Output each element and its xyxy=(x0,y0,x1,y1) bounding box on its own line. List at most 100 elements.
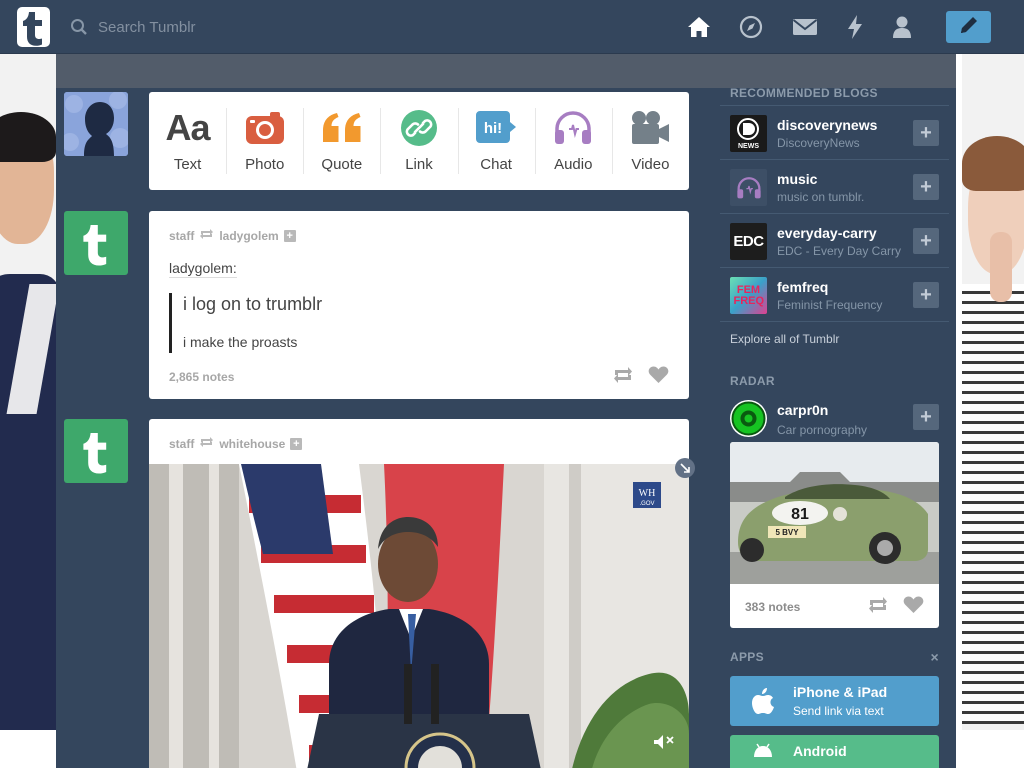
blog-description: Feminist Frequency xyxy=(777,298,883,312)
inbox-icon[interactable] xyxy=(792,14,818,40)
search-icon xyxy=(70,18,88,41)
reblog-icon[interactable] xyxy=(612,366,634,389)
headphones-icon xyxy=(730,169,767,206)
recommended-blog-row[interactable]: NEWS discoverynews DiscoveryNews + xyxy=(720,106,949,160)
iphone-app-button[interactable]: iPhone & iPad Send link via text xyxy=(730,676,939,726)
blog-description: DiscoveryNews xyxy=(777,136,860,150)
background-art-right xyxy=(962,54,1024,730)
post-type-label: Text xyxy=(173,156,202,173)
reblog-icon xyxy=(199,228,214,243)
post-actions xyxy=(612,366,669,389)
dashboard-top-strip xyxy=(56,54,956,88)
blog-avatar: FEM FREQ xyxy=(730,277,767,314)
like-heart-icon[interactable] xyxy=(903,596,924,619)
reblog-icon[interactable] xyxy=(867,596,889,619)
post-type-audio-button[interactable]: Audio xyxy=(534,92,612,190)
post-type-label: Chat xyxy=(480,156,512,173)
account-icon[interactable] xyxy=(889,14,915,40)
blog-name[interactable]: carpr0n xyxy=(777,402,828,418)
user-avatar[interactable] xyxy=(64,92,128,156)
blog-avatar-text: FEM FREQ xyxy=(733,283,765,307)
tumblr-logo-icon[interactable] xyxy=(17,7,50,47)
search-input[interactable] xyxy=(98,16,328,38)
post-type-chat-button[interactable]: hi! Chat xyxy=(457,92,535,190)
blog-description: EDC - Every Day Carry xyxy=(777,244,902,258)
post-type-link-button[interactable]: Link xyxy=(380,92,457,190)
staff-avatar[interactable] xyxy=(64,211,128,275)
quoted-source-link[interactable]: ladygolem: xyxy=(169,260,237,278)
headphones-icon xyxy=(553,106,593,150)
top-navigation-bar xyxy=(0,0,1024,54)
post-type-label: Link xyxy=(405,156,433,173)
blog-avatar: NEWS xyxy=(730,115,767,152)
right-sidebar: RECOMMENDED BLOGS NEWS discoverynews Dis… xyxy=(720,84,949,768)
post-type-video-button[interactable]: Video xyxy=(611,92,689,190)
follow-plus-icon[interactable]: + xyxy=(913,174,939,200)
apple-icon xyxy=(752,688,774,719)
post-photo[interactable]: WH .GOV xyxy=(149,464,689,768)
blog-name[interactable]: femfreq xyxy=(777,279,828,295)
follow-plus-icon[interactable]: + xyxy=(913,120,939,146)
recommended-blog-row[interactable]: FEM FREQ femfreq Feminist Frequency + xyxy=(720,268,949,322)
svg-text:hi!: hi! xyxy=(484,120,502,137)
recommended-blog-row[interactable]: music music on tumblr. + xyxy=(720,160,949,214)
apps-title-text: APPS xyxy=(730,650,764,664)
expand-icon[interactable] xyxy=(675,458,695,478)
license-plate: 5 BVY xyxy=(775,528,799,537)
radar-title: RADAR xyxy=(730,374,775,388)
android-icon xyxy=(752,743,774,762)
close-icon[interactable]: × xyxy=(931,648,939,666)
source-blog-link[interactable]: ladygolem xyxy=(219,229,278,243)
reblog-icon xyxy=(199,436,214,451)
activity-icon[interactable] xyxy=(842,14,868,40)
post-type-bar: Aa Text Photo Quote Link hi! Chat Audio xyxy=(149,92,689,190)
like-heart-icon[interactable] xyxy=(648,366,669,389)
text-icon: Aa xyxy=(165,107,211,148)
photo-post: staff whitehouse + WH .GOV xyxy=(149,419,689,768)
notes-count[interactable]: 383 notes xyxy=(745,600,800,614)
reblogger-link[interactable]: staff xyxy=(169,229,194,243)
follow-plus-icon[interactable]: + xyxy=(290,437,303,450)
app-name: Android xyxy=(793,743,847,759)
blog-name[interactable]: everyday-carry xyxy=(777,225,877,241)
explore-link[interactable]: Explore all of Tumblr xyxy=(720,332,949,362)
recommended-blog-row[interactable]: EDC everyday-carry EDC - Every Day Carry… xyxy=(720,214,949,268)
post-type-text-button[interactable]: Aa Text xyxy=(149,92,226,190)
post-type-label: Audio xyxy=(554,156,593,173)
source-blog-link[interactable]: whitehouse xyxy=(219,437,285,451)
blog-avatar xyxy=(730,400,767,437)
quote-line: i make the proasts xyxy=(183,334,298,350)
radar-post-card[interactable]: 81 5 BVY 383 notes xyxy=(730,442,939,628)
search-box[interactable] xyxy=(70,16,330,38)
follow-plus-icon[interactable]: + xyxy=(283,229,296,242)
post-header: staff whitehouse + xyxy=(169,436,303,451)
android-app-button[interactable]: Android xyxy=(730,735,939,768)
recommended-blogs-title: RECOMMENDED BLOGS xyxy=(720,84,949,106)
blog-avatar-text: NEWS xyxy=(738,143,759,150)
home-icon[interactable] xyxy=(686,14,712,40)
background-art-left xyxy=(0,54,58,730)
explore-icon[interactable] xyxy=(738,14,764,40)
follow-plus-icon[interactable]: + xyxy=(913,282,939,308)
reblog-quote: i log on to trumblr i make the proasts xyxy=(169,293,322,353)
svg-text:WH: WH xyxy=(639,488,656,499)
notes-count[interactable]: 2,865 notes xyxy=(169,370,234,384)
app-subtitle: Send link via text xyxy=(793,704,884,718)
app-name: iPhone & iPad xyxy=(793,684,888,700)
follow-plus-icon[interactable]: + xyxy=(913,228,939,254)
radar-photo[interactable]: 81 5 BVY xyxy=(730,442,939,584)
post-type-quote-button[interactable]: Quote xyxy=(303,92,380,190)
blog-name[interactable]: music xyxy=(777,171,817,187)
staff-avatar[interactable] xyxy=(64,419,128,483)
quote-line: i log on to trumblr xyxy=(183,294,323,314)
reblogger-link[interactable]: staff xyxy=(169,437,194,451)
post-header: staff ladygolem + xyxy=(169,228,296,243)
link-icon xyxy=(400,106,438,150)
chat-icon: hi! xyxy=(475,106,517,150)
post-type-photo-button[interactable]: Photo xyxy=(226,92,303,190)
blog-name[interactable]: discoverynews xyxy=(777,117,877,133)
follow-plus-icon[interactable]: + xyxy=(913,404,939,430)
post-actions xyxy=(867,596,924,619)
radar-blog-row[interactable]: carpr0n Car pornography + xyxy=(720,394,949,442)
compose-button[interactable] xyxy=(946,11,991,43)
